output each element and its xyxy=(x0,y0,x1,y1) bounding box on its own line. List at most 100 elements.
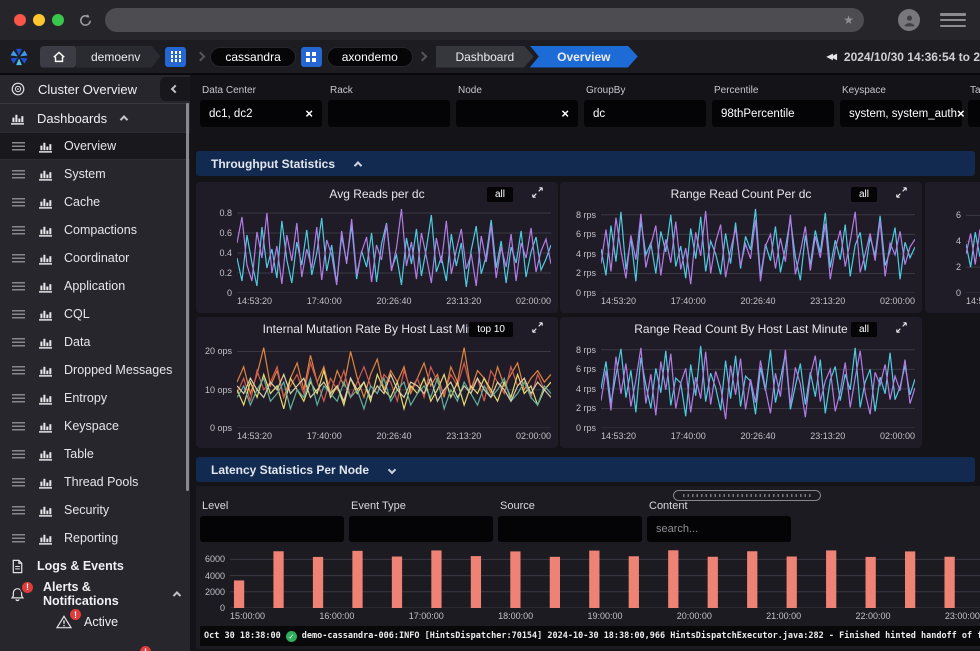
source-select[interactable] xyxy=(498,516,642,542)
breadcrumb-page-overview[interactable]: Overview xyxy=(530,46,638,68)
drag-handle-icon[interactable] xyxy=(12,422,25,431)
drag-handle-icon[interactable] xyxy=(12,450,25,459)
drag-handle-icon[interactable] xyxy=(12,226,25,235)
sidebar-item-reporting[interactable]: Reporting xyxy=(0,524,190,552)
minimize-window-button[interactable] xyxy=(33,14,45,26)
clear-icon[interactable]: × xyxy=(957,107,965,120)
chart-title: Range Read Count Per dc xyxy=(671,187,812,201)
axonops-logo[interactable] xyxy=(8,46,30,68)
series-filter-dropdown[interactable]: all xyxy=(851,322,877,337)
sidebar-item-table[interactable]: Table xyxy=(0,440,190,468)
sidebar-item-compactions[interactable]: Compactions xyxy=(0,216,190,244)
line-chart[interactable]: 20 ops10 ops0 ops 14:53:2017:40:0020:26:… xyxy=(203,340,551,442)
breadcrumb-cluster-name[interactable]: axondemo xyxy=(327,47,413,67)
drag-handle-icon[interactable] xyxy=(12,198,25,207)
sidebar-item-cluster-overview[interactable]: Cluster Overview xyxy=(0,75,190,103)
breadcrumb-environment[interactable]: demoenv xyxy=(76,46,160,68)
chevron-down-icon xyxy=(388,465,396,473)
drag-handle-icon[interactable] xyxy=(12,142,25,151)
horizontal-scrollbar[interactable] xyxy=(673,490,821,501)
expand-icon[interactable] xyxy=(532,322,543,333)
sidebar-item-alerts-active[interactable]: ! Active xyxy=(0,608,190,636)
section-latency-statistics[interactable]: Latency Statistics Per Node xyxy=(196,457,975,482)
content-search-input[interactable] xyxy=(647,516,791,542)
line-chart[interactable]: 6420 14:53: xyxy=(932,205,980,307)
filter-label: Level xyxy=(200,500,344,512)
drag-handle-icon[interactable] xyxy=(12,506,25,515)
clear-icon[interactable]: × xyxy=(561,107,569,120)
sidebar-item-application[interactable]: Application xyxy=(0,272,190,300)
log-line[interactable]: Oct 30 18:38:00 ✓ demo-cassandra-006:INF… xyxy=(200,626,980,646)
table-select[interactable] xyxy=(968,100,980,127)
status-ok-icon: ✓ xyxy=(286,631,297,642)
rewind-icon[interactable]: ◀◀ xyxy=(827,52,837,61)
app-navbar: demoenv cassandra axondemo Dashboard Ove… xyxy=(0,40,980,75)
environment-switcher-button[interactable] xyxy=(165,47,186,67)
node-select[interactable]: × xyxy=(456,100,578,127)
series-filter-dropdown[interactable]: top 10 xyxy=(469,322,513,337)
sidebar-item-system[interactable]: System xyxy=(0,160,190,188)
line-chart[interactable]: 8 rps6 rps4 rps2 rps0 rps 14:53:2017:40:… xyxy=(567,205,915,307)
filter-value: dc1, dc2 xyxy=(209,108,252,120)
profile-avatar[interactable] xyxy=(898,9,920,31)
browser-menu-icon[interactable] xyxy=(940,13,966,27)
sidebar-collapse-button[interactable] xyxy=(160,77,190,101)
sidebar-item-coordinator[interactable]: Coordinator xyxy=(0,244,190,272)
bookmark-star-icon[interactable]: ★ xyxy=(843,14,854,26)
expand-icon[interactable] xyxy=(896,322,907,333)
series-filter-dropdown[interactable]: all xyxy=(487,187,513,202)
sidebar-item-thread-pools[interactable]: Thread Pools xyxy=(0,468,190,496)
sidebar-item-label: Keyspace xyxy=(64,419,119,433)
sidebar-item-entropy[interactable]: Entropy xyxy=(0,384,190,412)
drag-handle-icon[interactable] xyxy=(12,478,25,487)
expand-icon[interactable] xyxy=(532,187,543,198)
expand-icon[interactable] xyxy=(896,187,907,198)
drag-handle-icon[interactable] xyxy=(12,394,25,403)
zoom-window-button[interactable] xyxy=(52,14,64,26)
sidebar-item-cql[interactable]: CQL xyxy=(0,300,190,328)
group-by-select[interactable]: dc xyxy=(584,100,706,127)
breadcrumb-dashboard[interactable]: Dashboard xyxy=(436,46,534,68)
keyspace-select[interactable]: system, system_auth × xyxy=(840,100,962,127)
time-range-control[interactable]: ◀◀ 2024/10/30 14:36:54 to 2 xyxy=(827,40,980,73)
events-bar-chart[interactable]: 6000400020000 15:00:0016:00:0017:00:0018… xyxy=(200,548,980,622)
drag-handle-icon[interactable] xyxy=(12,282,25,291)
sidebar-item-logs-events[interactable]: Logs & Events xyxy=(0,552,190,580)
cluster-switcher-button[interactable] xyxy=(301,47,322,67)
sidebar-item-label: Application xyxy=(64,279,125,293)
sidebar-group-dashboards[interactable]: Dashboards xyxy=(0,104,190,132)
sidebar-item-security[interactable]: Security xyxy=(0,496,190,524)
level-select[interactable] xyxy=(200,516,344,542)
address-bar[interactable]: ★ xyxy=(105,8,864,32)
drag-handle-icon[interactable] xyxy=(12,366,25,375)
sidebar-item-label: Table xyxy=(64,447,94,461)
rack-select[interactable] xyxy=(328,100,450,127)
breadcrumb: demoenv cassandra axondemo Dashboard Ove… xyxy=(40,46,638,68)
data-center-select[interactable]: dc1, dc2 × xyxy=(200,100,322,127)
sidebar-scrollbar[interactable] xyxy=(186,103,189,491)
percentile-select[interactable]: 98thPercentile xyxy=(712,100,834,127)
event-type-select[interactable] xyxy=(349,516,493,542)
line-chart[interactable]: 0.80.60.40.20 14:53:2017:40:0020:26:4023… xyxy=(203,205,551,307)
clear-icon[interactable]: × xyxy=(305,107,313,120)
drag-handle-icon[interactable] xyxy=(12,310,25,319)
sidebar-item-dropped-messages[interactable]: Dropped Messages xyxy=(0,356,190,384)
events-panel: Level Event Type Source Content xyxy=(196,486,980,649)
drag-handle-icon[interactable] xyxy=(12,254,25,263)
sidebar-item-keyspace[interactable]: Keyspace xyxy=(0,412,190,440)
sidebar-item-cache[interactable]: Cache xyxy=(0,188,190,216)
breadcrumb-cluster-type[interactable]: cassandra xyxy=(210,47,295,67)
line-chart[interactable]: 8 rps6 rps4 rps2 rps0 rps 14:53:2017:40:… xyxy=(567,340,915,442)
section-throughput-statistics[interactable]: Throughput Statistics xyxy=(196,151,975,176)
close-window-button[interactable] xyxy=(14,14,26,26)
drag-handle-icon[interactable] xyxy=(12,534,25,543)
sidebar-group-alerts[interactable]: ! Alerts & Notifications xyxy=(0,580,190,608)
filter-label: Data Center xyxy=(200,85,322,96)
reload-icon[interactable] xyxy=(78,13,93,28)
series-filter-dropdown[interactable]: all xyxy=(851,187,877,202)
sidebar-item-overview[interactable]: Overview xyxy=(0,132,190,160)
sidebar-item-data[interactable]: Data xyxy=(0,328,190,356)
drag-handle-icon[interactable] xyxy=(12,338,25,347)
drag-handle-icon[interactable] xyxy=(12,170,25,179)
warning-triangle-icon: ! xyxy=(56,615,72,629)
